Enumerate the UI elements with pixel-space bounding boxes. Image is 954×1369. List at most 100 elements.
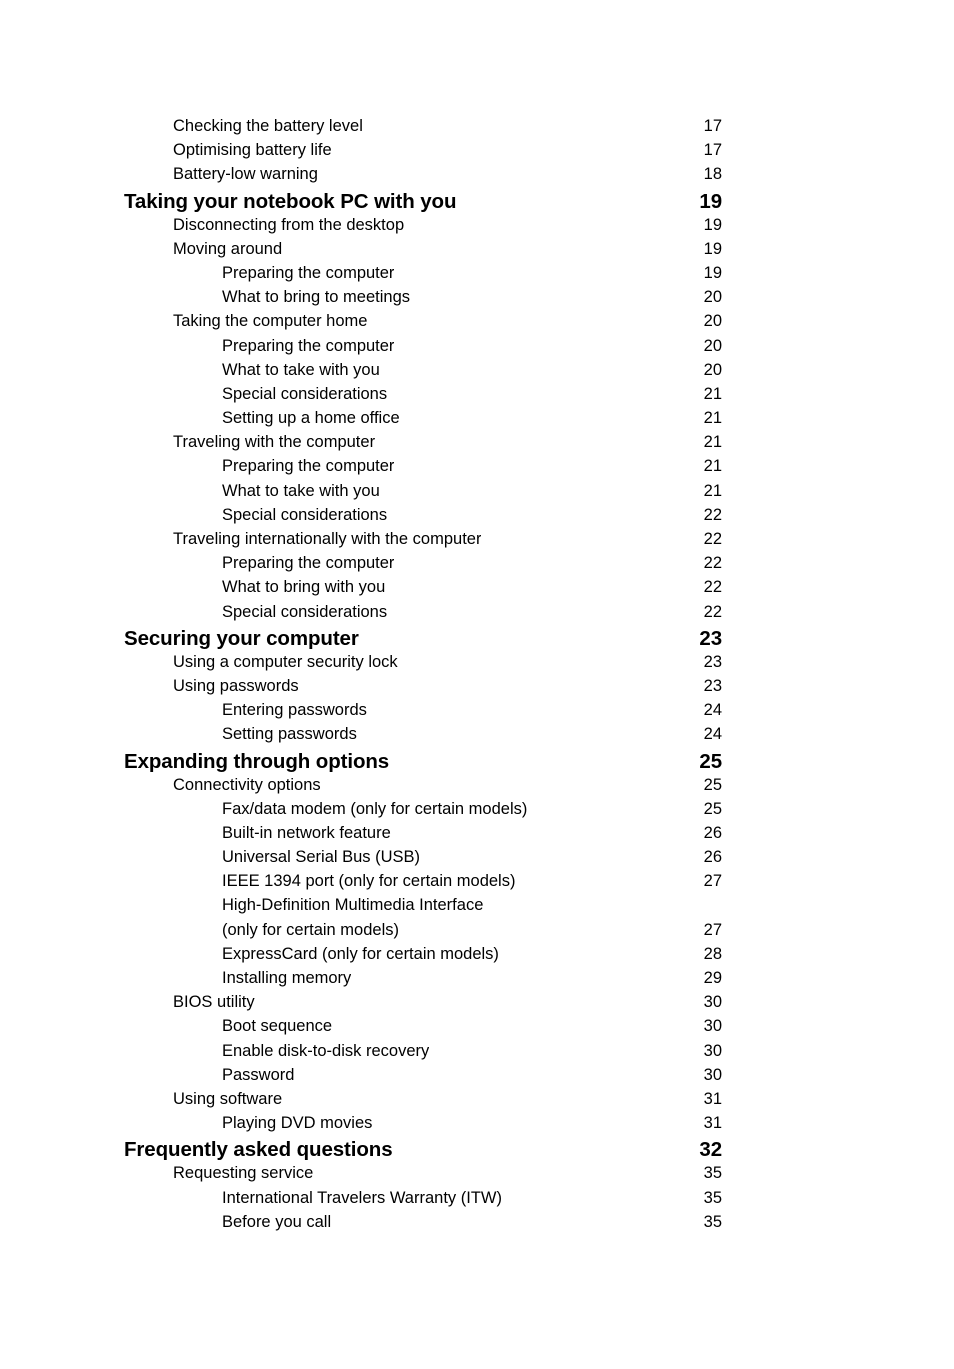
toc-entry[interactable]: ExpressCard (only for certain models) 28 <box>222 945 722 969</box>
toc-entry[interactable]: Entering passwords 24 <box>222 701 722 725</box>
toc-entry-title: What to bring to meetings <box>222 288 411 307</box>
toc-entry[interactable]: Disconnecting from the desktop 19 <box>173 216 722 240</box>
toc-entry[interactable]: Boot sequence 30 <box>222 1017 722 1041</box>
toc-entry-page-number: 23 <box>703 676 722 695</box>
toc-entry[interactable]: Battery-low warning 18 <box>173 165 722 189</box>
toc-entry[interactable]: BIOS utility 30 <box>173 993 722 1017</box>
toc-entry-title: Expanding through options <box>124 749 390 773</box>
toc-entry-page-number: 23 <box>703 652 722 671</box>
toc-entry-title: Special considerations <box>222 505 388 524</box>
toc-entry[interactable]: Enable disk-to-disk recovery 30 <box>222 1042 722 1066</box>
toc-entry[interactable]: Installing memory 29 <box>222 969 722 993</box>
toc-entry-page-number: 32 <box>699 1138 722 1162</box>
toc-entry[interactable]: Built-in network feature 26 <box>222 824 722 848</box>
toc-entry-title: Setting passwords <box>222 725 357 744</box>
toc-entry-page-number: 21 <box>703 433 722 452</box>
toc-entry[interactable]: International Travelers Warranty (ITW) 35 <box>222 1189 722 1213</box>
toc-entry[interactable]: Preparing the computer 20 <box>222 337 722 361</box>
toc-entry-page-number: 31 <box>703 1089 722 1108</box>
toc-section-entry[interactable]: Taking your notebook PC with you 19 <box>124 190 722 216</box>
toc-entry[interactable]: Special considerations 21 <box>222 385 722 409</box>
toc-entry-page-number: 25 <box>703 799 722 818</box>
toc-entry-title: Playing DVD movies <box>222 1114 373 1133</box>
toc-entry-page-number: 17 <box>703 117 722 135</box>
toc-entry-title: Preparing the computer <box>222 336 395 355</box>
toc-entry-page-number: 22 <box>703 530 722 548</box>
toc-entry-title: Before you call <box>222 1212 332 1231</box>
toc-entry-page-number: 19 <box>703 215 722 234</box>
toc-entry[interactable]: IEEE 1394 port (only for certain models)… <box>222 872 722 896</box>
toc-entry-title: International Travelers Warranty (ITW) <box>222 1188 502 1207</box>
toc-section-entry[interactable]: Securing your computer 23 <box>124 627 722 653</box>
toc-entry-title: Battery-low warning <box>173 165 318 184</box>
toc-entry[interactable]: Using a computer security lock 23 <box>173 653 722 677</box>
toc-entry[interactable]: Special considerations 22 <box>222 506 722 530</box>
toc-entry-title: Boot sequence <box>222 1017 333 1036</box>
toc-entry-title: BIOS utility <box>173 993 255 1012</box>
toc-entry-title: Securing your computer <box>124 626 359 650</box>
toc-entry-title: What to take with you <box>222 360 380 379</box>
toc-entry[interactable]: Traveling internationally with the compu… <box>173 530 722 554</box>
toc-entry-title: Special considerations <box>222 602 388 621</box>
toc-entry[interactable]: (only for certain models) 27 <box>222 921 722 945</box>
toc-entry[interactable]: Optimising battery life 17 <box>173 141 722 165</box>
toc-entry-page-number: 24 <box>703 725 722 744</box>
toc-entry-page-number: 22 <box>703 554 722 573</box>
toc-entry[interactable]: What to take with you 20 <box>222 361 722 385</box>
toc-entry-title: Disconnecting from the desktop <box>173 215 405 234</box>
toc-entry-title: What to bring with you <box>222 578 386 597</box>
toc-entry-title: Traveling internationally with the compu… <box>173 530 482 548</box>
toc-entry-title: Entering passwords <box>222 701 367 720</box>
toc-section-entry[interactable]: Frequently asked questions 32 <box>124 1138 722 1164</box>
toc-entry-title: Setting up a home office <box>222 409 400 428</box>
toc-entry-page-number: 20 <box>703 288 722 307</box>
toc-entry[interactable]: Using passwords 23 <box>173 677 722 701</box>
toc-entry-title: What to take with you <box>222 481 380 500</box>
toc-entry-title: High-Definition Multimedia Interface <box>222 896 484 915</box>
toc-entry-page-number: 21 <box>703 481 722 500</box>
toc-entry[interactable]: Connectivity options 25 <box>173 776 722 800</box>
toc-entry-page-number: 21 <box>703 409 722 428</box>
toc-entry[interactable]: Requesting service 35 <box>173 1164 722 1188</box>
toc-entry[interactable]: What to bring to meetings 20 <box>222 288 722 312</box>
toc-entry[interactable]: What to take with you 21 <box>222 482 722 506</box>
toc-entry-page-number: 35 <box>703 1212 722 1231</box>
toc-entry[interactable]: Taking the computer home 20 <box>173 312 722 336</box>
toc-entry[interactable]: High-Definition Multimedia Interface <box>222 896 722 920</box>
toc-entry-page-number: 25 <box>703 775 722 794</box>
toc-entry[interactable]: Moving around 19 <box>173 240 722 264</box>
toc-entry-title: Checking the battery level <box>173 117 363 135</box>
toc-entry-title: Special considerations <box>222 384 388 403</box>
toc-entry[interactable]: Password 30 <box>222 1066 722 1090</box>
toc-entry[interactable]: Special considerations 22 <box>222 603 722 627</box>
toc-entry[interactable]: Before you call 35 <box>222 1213 722 1237</box>
toc-entry-title: Installing memory <box>222 969 352 987</box>
toc-entry[interactable]: Playing DVD movies 31 <box>222 1114 722 1138</box>
toc-entry-page-number: 26 <box>703 848 722 867</box>
toc-entry-title: Password <box>222 1065 295 1084</box>
toc-entry[interactable]: Preparing the computer 19 <box>222 264 722 288</box>
toc-entry-page-number: 35 <box>703 1164 722 1183</box>
toc-entry-page-number: 17 <box>703 141 722 160</box>
toc-entry-title: Built-in network feature <box>222 823 391 842</box>
toc-entry-title: Requesting service <box>173 1164 314 1183</box>
toc-entry-page-number: 20 <box>703 360 722 379</box>
toc-entry-title: Enable disk-to-disk recovery <box>222 1041 430 1060</box>
toc-entry[interactable]: Universal Serial Bus (USB) 26 <box>222 848 722 872</box>
toc-entry[interactable]: What to bring with you 22 <box>222 578 722 602</box>
toc-entry-page-number: 30 <box>703 993 722 1012</box>
toc-entry-title: Connectivity options <box>173 775 321 794</box>
table-of-contents: Checking the battery level 17 Optimising b… <box>124 117 722 1237</box>
toc-entry[interactable]: Preparing the computer 22 <box>222 554 722 578</box>
toc-entry[interactable]: Setting passwords 24 <box>222 725 722 749</box>
toc-entry-title: Universal Serial Bus (USB) <box>222 848 421 867</box>
toc-entry[interactable]: Traveling with the computer 21 <box>173 433 722 457</box>
toc-entry[interactable]: Checking the battery level 17 <box>173 117 722 141</box>
toc-entry[interactable]: Setting up a home office 21 <box>222 409 722 433</box>
toc-entry-title: Taking the computer home <box>173 312 368 331</box>
toc-entry-page-number: 30 <box>703 1017 722 1036</box>
toc-entry[interactable]: Fax/data modem (only for certain models)… <box>222 800 722 824</box>
toc-section-entry[interactable]: Expanding through options 25 <box>124 750 722 776</box>
toc-entry[interactable]: Preparing the computer 21 <box>222 457 722 481</box>
toc-entry[interactable]: Using software 31 <box>173 1090 722 1114</box>
